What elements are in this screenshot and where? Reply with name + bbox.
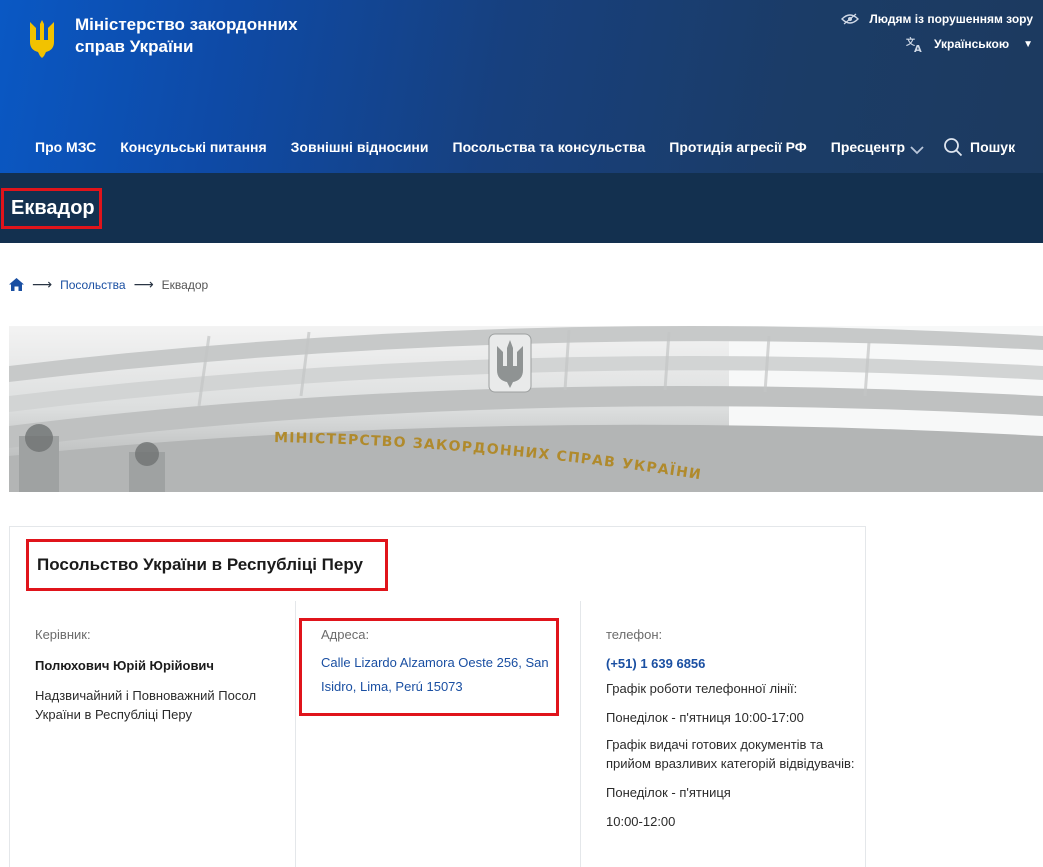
head-column: Керівник: Полюхович Юрій Юрійович Надзви… xyxy=(35,627,285,724)
breadcrumb-link-embassies[interactable]: Посольства xyxy=(60,278,126,292)
address-column: Адреса: Calle Lizardo Alzamora Oeste 256… xyxy=(321,627,551,699)
nav-item-embassies[interactable]: Посольства та консульства xyxy=(453,139,646,155)
hotline-hours: Понеділок - п'ятниця 10:00-17:00 xyxy=(606,710,804,725)
docs-hours: 10:00-12:00 xyxy=(606,814,676,829)
highlight-box: Еквадор xyxy=(1,188,102,229)
translate-icon: 文 A xyxy=(906,36,922,52)
nav-item-press-center[interactable]: Пресцентр xyxy=(831,139,905,155)
accessibility-toggle[interactable]: Людям із порушенням зору xyxy=(841,12,1033,26)
nav-item-about[interactable]: Про МЗС xyxy=(35,139,96,155)
contact-column: телефон: (+51) 1 639 6856 Графік роботи … xyxy=(606,627,856,831)
phone-label: телефон: xyxy=(606,627,663,642)
search-icon xyxy=(944,138,963,157)
home-icon[interactable] xyxy=(9,278,24,291)
search-label: Пошук xyxy=(970,139,1016,155)
head-position: Надзвичайний і Повноважний Посол України… xyxy=(35,688,257,722)
highlight-box: Посольство України в Республіці Перу xyxy=(26,539,388,591)
breadcrumb: ⟶ Посольства ⟶ Еквадор xyxy=(9,276,208,293)
breadcrumb-current: Еквадор xyxy=(161,277,209,292)
language-selector[interactable]: 文 A Українською ▼ xyxy=(906,36,1033,52)
docs-days: Понеділок - п'ятниця xyxy=(606,785,731,800)
eye-icon xyxy=(841,13,860,25)
nav-item-foreign-relations[interactable]: Зовнішні відносини xyxy=(291,139,429,155)
docs-schedule-label: Графік видачі готових документів та прий… xyxy=(606,737,855,771)
page-title-band: Еквадор xyxy=(0,173,1043,243)
language-label: Українською xyxy=(933,37,1010,51)
nav-item-consular[interactable]: Консульські питання xyxy=(120,139,266,155)
embassy-title: Посольство України в Республіці Перу xyxy=(37,555,363,574)
trident-logo-icon[interactable] xyxy=(26,18,58,58)
hotline-schedule-label: Графік роботи телефонної лінії: xyxy=(606,681,798,696)
embassy-card: Посольство України в Республіці Перу Кер… xyxy=(9,526,866,867)
column-divider xyxy=(580,601,581,867)
ministry-building-banner: МІНІСТЕРСТВО ЗАКОРДОННИХ СПРАВ УКРАЇНИ xyxy=(9,326,1043,492)
ministry-name[interactable]: Міністерство закордонних справ України xyxy=(75,14,335,58)
head-label: Керівник: xyxy=(35,627,91,642)
head-name: Полюхович Юрій Юрійович xyxy=(35,658,214,673)
svg-text:A: A xyxy=(914,44,922,52)
building-facade-image: МІНІСТЕРСТВО ЗАКОРДОННИХ СПРАВ УКРАЇНИ xyxy=(9,326,1043,492)
arrow-right-icon: ⟶ xyxy=(32,276,53,292)
address-label: Адреса: xyxy=(321,627,370,642)
page-title: Еквадор xyxy=(11,197,95,219)
search-button[interactable]: Пошук xyxy=(943,137,1015,157)
chevron-down-icon[interactable] xyxy=(908,142,926,158)
accessibility-label: Людям із порушенням зору xyxy=(869,12,1033,26)
arrow-right-icon: ⟶ xyxy=(133,276,154,292)
address-link[interactable]: Calle Lizardo Alzamora Oeste 256, San Is… xyxy=(321,651,551,699)
chevron-down-icon: ▼ xyxy=(1023,38,1033,50)
phone-link[interactable]: (+51) 1 639 6856 xyxy=(606,656,856,671)
main-nav: Про МЗС Консульські питання Зовнішні від… xyxy=(35,139,929,155)
nav-item-counter-aggression[interactable]: Протидія агресії РФ xyxy=(669,139,807,155)
column-divider xyxy=(295,601,296,867)
site-header: Міністерство закордонних справ України Л… xyxy=(0,0,1043,173)
